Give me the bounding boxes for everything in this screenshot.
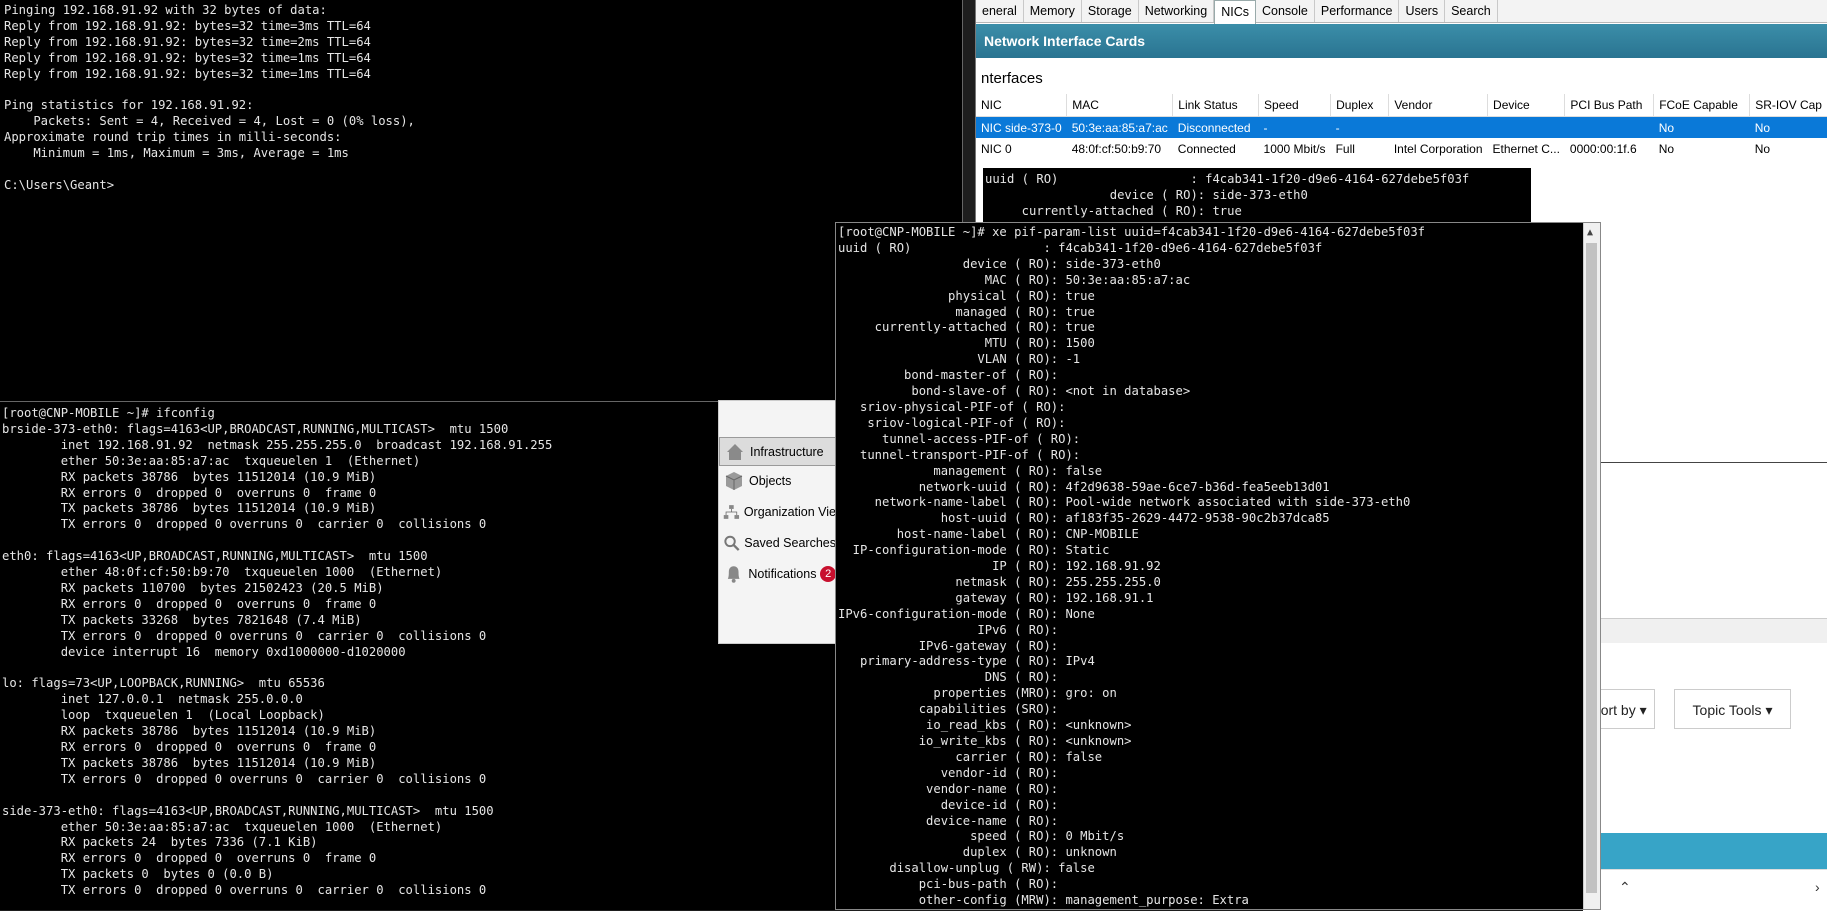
nav-item-saved-searches[interactable]: Saved Searches (719, 528, 836, 557)
cell-pci-bus-path: 0000:00:1f.6 (1569, 141, 1637, 156)
cell-vendor (1388, 116, 1488, 138)
nav-item-notifications[interactable]: Notifications 2 (719, 559, 836, 588)
nav-item-label: Organization Vie (743, 504, 836, 519)
cell-mac: 50:3e:aa:85:a7:ac (1066, 116, 1173, 138)
table-row[interactable]: NIC side-373-0 50:3e:aa:85:a7:ac Disconn… (976, 116, 1827, 138)
col-mac[interactable]: MAC (1066, 94, 1174, 117)
horizontal-scrollbar[interactable] (1576, 618, 1827, 643)
xencenter-tab-bar: eneral Memory Storage Networking NICs Co… (976, 0, 1827, 24)
vertical-scrollbar[interactable]: ▲ (1583, 223, 1600, 909)
col-speed[interactable]: Speed (1258, 94, 1332, 117)
pif-param-terminal-window[interactable]: [root@CNP-MOBILE ~]# xe pif-param-list u… (835, 222, 1601, 910)
caret-down-icon: ▾ (1765, 702, 1773, 718)
table-row[interactable]: NIC 0 48:0f:cf:50:b9:70 Connected 1000 M… (976, 138, 1827, 159)
tab-search[interactable]: Search (1445, 0, 1498, 22)
cell-sriov: No (1754, 141, 1771, 156)
tab-memory[interactable]: Memory (1024, 0, 1082, 22)
cell-mac: 48:0f:cf:50:b9:70 (1071, 141, 1162, 156)
cell-link-status: Disconnected (1172, 116, 1259, 138)
cell-pci-bus-path (1564, 116, 1654, 138)
tab-nics[interactable]: NICs (1214, 0, 1256, 24)
col-duplex[interactable]: Duplex (1330, 94, 1390, 117)
ping-terminal-window[interactable]: Pinging 192.168.91.92 with 32 bytes of d… (0, 0, 963, 402)
nav-item-label: Saved Searches (744, 535, 836, 550)
nics-banner-title: Network Interface Cards (976, 24, 1827, 58)
web-page-fragment: Sort by ▾ Topic Tools ▾ ⌃ › (1583, 643, 1827, 911)
pif-param-terminal-output: [root@CNP-MOBILE ~]# xe pif-param-list u… (838, 225, 1425, 908)
house-icon (727, 443, 743, 460)
tab-performance[interactable]: Performance (1315, 0, 1400, 22)
cell-link-status: Connected (1177, 141, 1236, 156)
col-vendor[interactable]: Vendor (1388, 94, 1489, 117)
cell-duplex: Full (1335, 141, 1355, 156)
cell-duplex: - (1330, 116, 1389, 138)
cell-device: Ethernet C... (1492, 141, 1560, 156)
tab-general[interactable]: eneral (976, 0, 1024, 22)
cell-speed: - (1258, 116, 1331, 138)
background-terminal-output: uuid ( RO) : f4cab341-1f20-d9e6-4164-627… (985, 172, 1470, 218)
col-link-status[interactable]: Link Status (1172, 94, 1260, 117)
background-terminal-fragment[interactable]: uuid ( RO) : f4cab341-1f20-d9e6-4164-627… (983, 168, 1531, 222)
cube-icon (725, 471, 743, 490)
ping-terminal-output: Pinging 192.168.91.92 with 32 bytes of d… (4, 3, 415, 192)
nav-item-infrastructure[interactable]: Infrastructure (719, 437, 836, 466)
tab-storage[interactable]: Storage (1082, 0, 1139, 22)
interfaces-section-title: nterfaces (981, 70, 1043, 87)
col-nic[interactable]: NIC (976, 94, 1068, 117)
details-panel (1576, 462, 1827, 643)
cell-nic: NIC side-373-0 (976, 116, 1067, 138)
col-device[interactable]: Device (1487, 94, 1566, 117)
topic-tools-label: Topic Tools (1692, 702, 1762, 718)
nav-item-organization-view[interactable]: Organization Vie (719, 497, 836, 526)
cell-nic: NIC 0 (981, 141, 1012, 156)
scrollbar-thumb[interactable] (1586, 243, 1597, 893)
nav-item-objects[interactable]: Objects (719, 466, 836, 495)
magnifier-icon (724, 535, 740, 551)
nav-item-label: Infrastructure (750, 444, 824, 459)
vsphere-navigator: Infrastructure Objects Organization Vie … (718, 400, 837, 644)
scroll-up-arrow-icon[interactable]: ▲ (1587, 225, 1593, 241)
chevron-up-icon[interactable]: ⌃ (1619, 879, 1631, 896)
notification-count-badge: 2 (820, 565, 836, 582)
cell-fcoe: No (1653, 116, 1750, 138)
nav-item-label: Objects (749, 473, 792, 488)
blue-footer-bar (1583, 833, 1827, 869)
nic-table: NIC MAC Link Status Speed Duplex Vendor … (976, 94, 1827, 159)
org-chart-icon (723, 504, 740, 519)
tab-console[interactable]: Console (1256, 0, 1315, 22)
nav-item-label: Notifications (748, 566, 817, 581)
cell-sriov: No (1749, 116, 1827, 138)
col-sriov-capable[interactable]: SR-IOV Cap (1749, 94, 1827, 117)
cell-fcoe: No (1658, 141, 1675, 156)
cell-device (1487, 116, 1565, 138)
nic-table-header: NIC MAC Link Status Speed Duplex Vendor … (976, 94, 1827, 117)
tab-networking[interactable]: Networking (1139, 0, 1215, 22)
ifconfig-terminal-output: [root@CNP-MOBILE ~]# ifconfig brside-373… (2, 406, 553, 898)
col-fcoe-capable[interactable]: FCoE Capable (1653, 94, 1751, 117)
caret-down-icon: ▾ (1639, 702, 1647, 718)
topic-tools-button[interactable]: Topic Tools ▾ (1674, 689, 1791, 729)
ifconfig-terminal-window[interactable]: [root@CNP-MOBILE ~]# ifconfig brside-373… (0, 402, 835, 910)
cell-speed: 1000 Mbit/s (1263, 141, 1326, 156)
col-pci-bus-path[interactable]: PCI Bus Path (1564, 94, 1655, 117)
chevron-right-icon[interactable]: › (1815, 879, 1820, 895)
tab-users[interactable]: Users (1399, 0, 1446, 22)
cell-vendor: Intel Corporation (1393, 141, 1483, 156)
bell-icon (727, 565, 740, 583)
